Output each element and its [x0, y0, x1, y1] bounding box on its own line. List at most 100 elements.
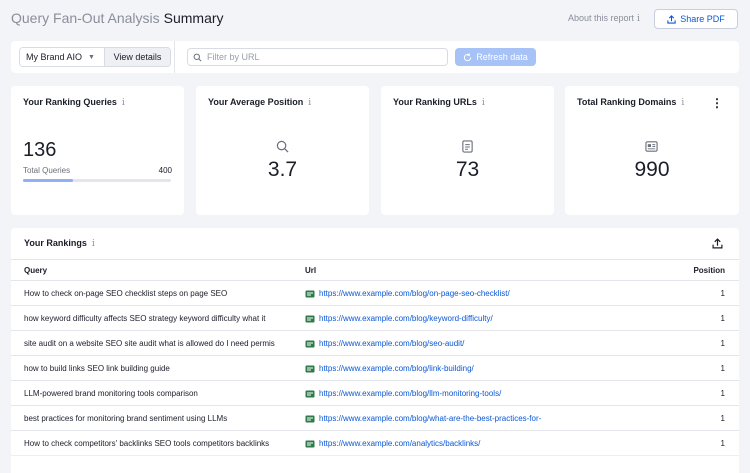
query-cell: how to build links SEO link building gui… — [24, 364, 170, 373]
card-title: Total Ranking Domains i — [577, 97, 684, 108]
average-position-card: Your Average Position i 3.7 — [196, 86, 369, 215]
ranking-queries-card: Your Ranking Queries i 136 Total Queries … — [11, 86, 184, 215]
brand-segment: My Brand AIO ▼ View details — [19, 47, 171, 67]
queries-progress-bar — [23, 179, 171, 182]
info-icon: i — [637, 14, 640, 24]
query-cell: how keyword difficulty affects SEO strat… — [24, 314, 266, 323]
position-cell: 1 — [720, 289, 725, 298]
position-cell: 1 — [720, 314, 725, 323]
url-link[interactable]: https://www.example.com/blog/llm-monitor… — [319, 389, 501, 398]
about-report-link[interactable]: About this report i — [568, 13, 640, 24]
url-link[interactable]: https://www.example.com/blog/seo-audit/ — [319, 339, 464, 348]
upload-icon — [667, 14, 676, 24]
table-row: site audit on a website SEO site audit w… — [11, 331, 739, 356]
position-cell: 1 — [720, 364, 725, 373]
view-details-button[interactable]: View details — [104, 48, 170, 66]
position-cell: 1 — [720, 389, 725, 398]
refresh-data-button[interactable]: Refresh data — [455, 48, 536, 66]
info-icon[interactable]: i — [122, 98, 125, 108]
search-icon — [193, 53, 202, 61]
table-row: LLM-powered brand monitoring tools compa… — [11, 381, 739, 406]
serp-feature-icon — [305, 315, 315, 322]
url-cell[interactable]: https://www.example.com/blog/what-are-th… — [305, 414, 625, 423]
url-cell[interactable]: https://www.example.com/blog/keyword-dif… — [305, 314, 625, 323]
column-header-position[interactable]: Position — [693, 266, 725, 275]
url-cell[interactable]: https://www.example.com/analytics/backli… — [305, 439, 625, 448]
rankings-title: Your Rankings i — [24, 238, 95, 249]
more-options-icon[interactable]: ⋮ — [711, 96, 723, 110]
ranking-queries-value: 136 — [23, 139, 57, 161]
url-link[interactable]: https://www.example.com/blog/keyword-dif… — [319, 314, 493, 323]
url-cell[interactable]: https://www.example.com/blog/on-page-seo… — [305, 289, 625, 298]
about-report-label: About this report — [568, 13, 635, 23]
search-icon — [276, 140, 289, 153]
page-header: Query Fan-Out Analysis Summary About this… — [0, 0, 750, 38]
report-name: Query Fan-Out Analysis — [11, 10, 160, 26]
url-link[interactable]: https://www.example.com/blog/link-buildi… — [319, 364, 474, 373]
total-queries-label: Total Queries — [23, 166, 71, 175]
column-header-query[interactable]: Query — [24, 266, 47, 275]
query-cell: best practices for monitoring brand sent… — [24, 414, 228, 423]
table-row: how keyword difficulty affects SEO strat… — [11, 306, 739, 331]
position-cell: 1 — [720, 439, 725, 448]
info-icon[interactable]: i — [482, 98, 485, 108]
serp-feature-icon — [305, 365, 315, 372]
url-link[interactable]: https://www.example.com/blog/what-are-th… — [319, 414, 541, 423]
refresh-data-label: Refresh data — [476, 52, 528, 62]
ranking-urls-value: 73 — [455, 158, 480, 181]
query-cell: How to check on-page SEO checklist steps… — [24, 289, 228, 298]
filter-bar: My Brand AIO ▼ View details Filter by UR… — [11, 41, 739, 73]
serp-feature-icon — [305, 290, 315, 297]
position-cell: 1 — [720, 414, 725, 423]
ranking-domains-card: Total Ranking Domains i ⋮ 990 — [565, 86, 739, 215]
card-title: Your Average Position i — [208, 97, 311, 108]
position-cell: 1 — [720, 339, 725, 348]
total-queries-value: 400 — [158, 166, 172, 175]
export-icon[interactable] — [712, 238, 723, 249]
query-cell: LLM-powered brand monitoring tools compa… — [24, 389, 198, 398]
url-cell[interactable]: https://www.example.com/blog/llm-monitor… — [305, 389, 625, 398]
page-title: Query Fan-Out Analysis Summary — [11, 10, 224, 26]
news-icon — [645, 141, 658, 152]
url-link[interactable]: https://www.example.com/blog/on-page-seo… — [319, 289, 510, 298]
share-pdf-label: Share PDF — [680, 14, 725, 24]
card-title-text: Your Ranking Queries — [23, 97, 117, 107]
table-header: Query Url Position — [11, 259, 739, 281]
card-title-text: Your Average Position — [208, 97, 304, 107]
card-title-text: Total Ranking Domains — [577, 97, 677, 107]
ranking-urls-card: Your Ranking URLs i 73 — [381, 86, 554, 215]
page-title-summary: Summary — [163, 10, 224, 26]
card-title-text: Your Ranking URLs — [393, 97, 477, 107]
serp-feature-icon — [305, 415, 315, 422]
info-icon[interactable]: i — [681, 98, 684, 108]
query-cell: How to check competitors' backlinks SEO … — [24, 439, 270, 448]
info-icon[interactable]: i — [308, 98, 311, 108]
brand-select[interactable]: My Brand AIO ▼ — [20, 48, 104, 66]
url-filter-input[interactable]: Filter by URL — [187, 48, 448, 66]
serp-feature-icon — [305, 340, 315, 347]
brand-select-value: My Brand AIO — [26, 52, 83, 62]
refresh-icon — [464, 52, 472, 61]
url-filter-placeholder: Filter by URL — [207, 52, 260, 62]
ranking-domains-value: 990 — [634, 158, 670, 181]
url-link[interactable]: https://www.example.com/analytics/backli… — [319, 439, 480, 448]
url-cell[interactable]: https://www.example.com/blog/seo-audit/ — [305, 339, 625, 348]
divider — [174, 41, 175, 73]
document-icon — [462, 140, 473, 153]
url-cell[interactable]: https://www.example.com/blog/link-buildi… — [305, 364, 625, 373]
card-title: Your Ranking URLs i — [393, 97, 485, 108]
column-header-url[interactable]: Url — [305, 266, 316, 275]
serp-feature-icon — [305, 390, 315, 397]
card-title: Your Ranking Queries i — [23, 97, 125, 108]
table-row: best practices for monitoring brand sent… — [11, 406, 739, 431]
chevron-down-icon: ▼ — [88, 53, 95, 61]
info-icon[interactable]: i — [92, 239, 95, 249]
query-cell: site audit on a website SEO site audit w… — [24, 339, 275, 348]
rankings-panel: Your Rankings i Query Url Position How to… — [11, 228, 739, 473]
rankings-title-text: Your Rankings — [24, 238, 87, 248]
average-position-value: 3.7 — [267, 158, 298, 181]
table-row: how to build links SEO link building gui… — [11, 356, 739, 381]
serp-feature-icon — [305, 440, 315, 447]
scroll-fade — [11, 452, 739, 473]
share-pdf-button[interactable]: Share PDF — [654, 9, 738, 29]
